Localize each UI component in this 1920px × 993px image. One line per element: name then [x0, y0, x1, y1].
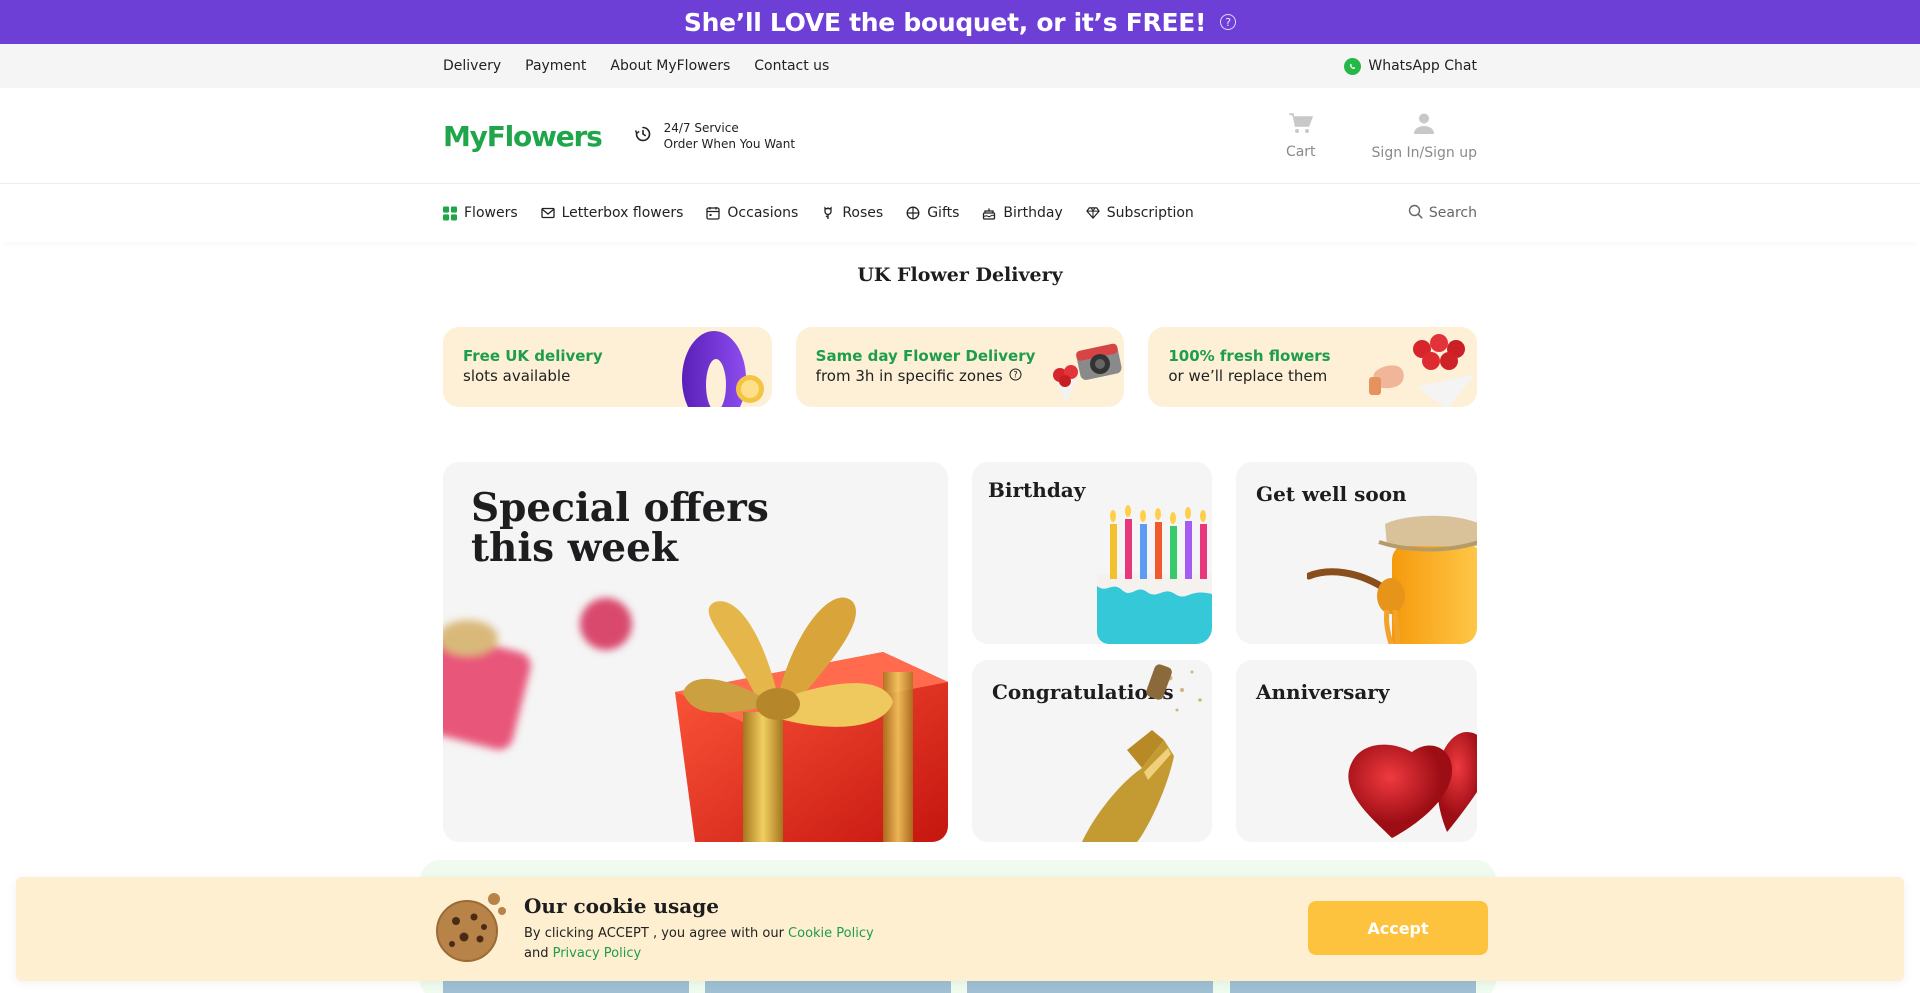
- search-label: Search: [1428, 205, 1477, 221]
- page-title: UK Flower Delivery: [857, 264, 1063, 286]
- cart-button[interactable]: Cart: [1286, 112, 1316, 160]
- nav-label: Letterbox flowers: [561, 205, 684, 221]
- accept-button[interactable]: Accept: [1308, 901, 1488, 955]
- nav-occasions[interactable]: Occasions: [706, 205, 798, 221]
- search-button[interactable]: Search: [1408, 204, 1477, 223]
- utility-bar: Delivery Payment About MyFlowers Contact…: [0, 44, 1920, 88]
- cookie-text-and: and: [524, 946, 553, 961]
- whatsapp-icon: [1344, 57, 1362, 75]
- site-logo[interactable]: MyFlowers: [443, 120, 603, 153]
- cart-icon: [1288, 112, 1314, 138]
- tile-get-well-soon[interactable]: Get well soon: [1236, 462, 1477, 644]
- link-about[interactable]: About MyFlowers: [610, 58, 730, 74]
- user-icon: [1412, 111, 1436, 139]
- nav-birthday[interactable]: Birthday: [982, 205, 1063, 221]
- cookie-text: By clicking ACCEPT , you agree with our …: [524, 924, 874, 964]
- tile-title-anniversary: Anniversary: [1256, 680, 1390, 704]
- camera-bouquet-icon: [1053, 343, 1122, 402]
- rose-icon: [821, 206, 835, 220]
- cookie-banner: Our cookie usage By clicking ACCEPT , yo…: [16, 877, 1904, 981]
- cake-icon: [982, 206, 996, 220]
- calendar-icon: [706, 206, 721, 220]
- tile-special-offers[interactable]: Special offers this week: [443, 462, 948, 842]
- sign-in-button[interactable]: Sign In/Sign up: [1372, 111, 1477, 161]
- link-delivery[interactable]: Delivery: [443, 58, 501, 74]
- cookie-icon: [436, 893, 506, 962]
- nav-label: Flowers: [464, 205, 518, 221]
- cookie-title: Our cookie usage: [524, 894, 719, 918]
- privacy-policy-link[interactable]: Privacy Policy: [553, 946, 642, 961]
- link-payment[interactable]: Payment: [525, 58, 586, 74]
- promo-banner: She’ll LOVE the bouquet, or it’s FREE! ?: [0, 0, 1920, 44]
- special-offers-title-line2: this week: [471, 525, 678, 571]
- nav-roses[interactable]: Roses: [821, 205, 883, 221]
- benefit-subtitle: slots available: [463, 367, 571, 385]
- nav-label: Roses: [842, 205, 884, 221]
- benefit-free-delivery[interactable]: Free UK delivery slots available: [443, 327, 772, 407]
- benefit-subtitle: from 3h in specific zones: [815, 367, 1003, 385]
- whatsapp-chat-link[interactable]: WhatsApp Chat: [1344, 57, 1477, 75]
- birthday-cake-image: [1097, 505, 1212, 644]
- nav-letterbox[interactable]: Letterbox flowers: [540, 205, 684, 221]
- utility-links: Delivery Payment About MyFlowers Contact…: [443, 58, 829, 74]
- tile-birthday[interactable]: Birthday: [972, 462, 1212, 644]
- hearts-image: [1348, 732, 1477, 838]
- nav-label: Occasions: [727, 205, 799, 221]
- tile-title-birthday: Birthday: [988, 478, 1086, 502]
- benefit-subtitle: or we’ll replace them: [1168, 367, 1328, 385]
- cookie-text-start: By clicking ACCEPT , you agree with our: [524, 926, 789, 941]
- search-icon: [1408, 204, 1423, 223]
- diamond-icon: [1086, 206, 1100, 220]
- zero-balloon-icon: [681, 331, 764, 407]
- service-line-2: Order When You Want: [663, 137, 796, 151]
- cart-label: Cart: [1285, 144, 1316, 160]
- grid-icon: [443, 206, 457, 221]
- nav-label: Subscription: [1106, 205, 1194, 221]
- thumbs-up-roses-icon: [1369, 334, 1476, 407]
- nav-flowers[interactable]: Flowers: [443, 205, 518, 221]
- tile-congratulations[interactable]: Congratulations: [972, 660, 1212, 842]
- honey-jar-image: [1307, 515, 1477, 644]
- champagne-image: [1082, 664, 1202, 842]
- help-icon[interactable]: ?: [1220, 14, 1237, 30]
- benefit-fresh[interactable]: 100% fresh flowers or we’ll replace them: [1148, 327, 1478, 407]
- service-info: 24/7 Service Order When You Want: [634, 120, 795, 152]
- cookie-policy-link[interactable]: Cookie Policy: [788, 926, 874, 941]
- nav-label: Birthday: [1003, 205, 1063, 221]
- gift-box-image: [443, 597, 948, 842]
- tile-title-get-well: Get well soon: [1256, 482, 1407, 506]
- nav-gifts[interactable]: Gifts: [906, 205, 959, 221]
- link-contact[interactable]: Contact us: [754, 58, 829, 74]
- site-header: MyFlowers 24/7 Service Order When You Wa…: [0, 88, 1920, 184]
- special-offers-title-line1: Special offers: [471, 485, 769, 531]
- tile-anniversary[interactable]: Anniversary: [1236, 660, 1477, 842]
- envelope-icon: [540, 206, 555, 220]
- clock-icon: [634, 125, 652, 147]
- service-line-1: 24/7 Service: [663, 121, 739, 135]
- benefit-same-day[interactable]: Same day Flower Delivery from 3h in spec…: [795, 327, 1125, 407]
- whatsapp-label: WhatsApp Chat: [1368, 58, 1477, 74]
- nav-label: Gifts: [927, 205, 960, 221]
- main-nav: Flowers Letterbox flowers Occasions Rose…: [0, 184, 1920, 242]
- nav-subscription[interactable]: Subscription: [1086, 205, 1194, 221]
- gift-icon: [906, 206, 920, 220]
- sign-in-label: Sign In/Sign up: [1371, 145, 1477, 161]
- promo-text: She’ll LOVE the bouquet, or it’s FREE!: [683, 7, 1207, 37]
